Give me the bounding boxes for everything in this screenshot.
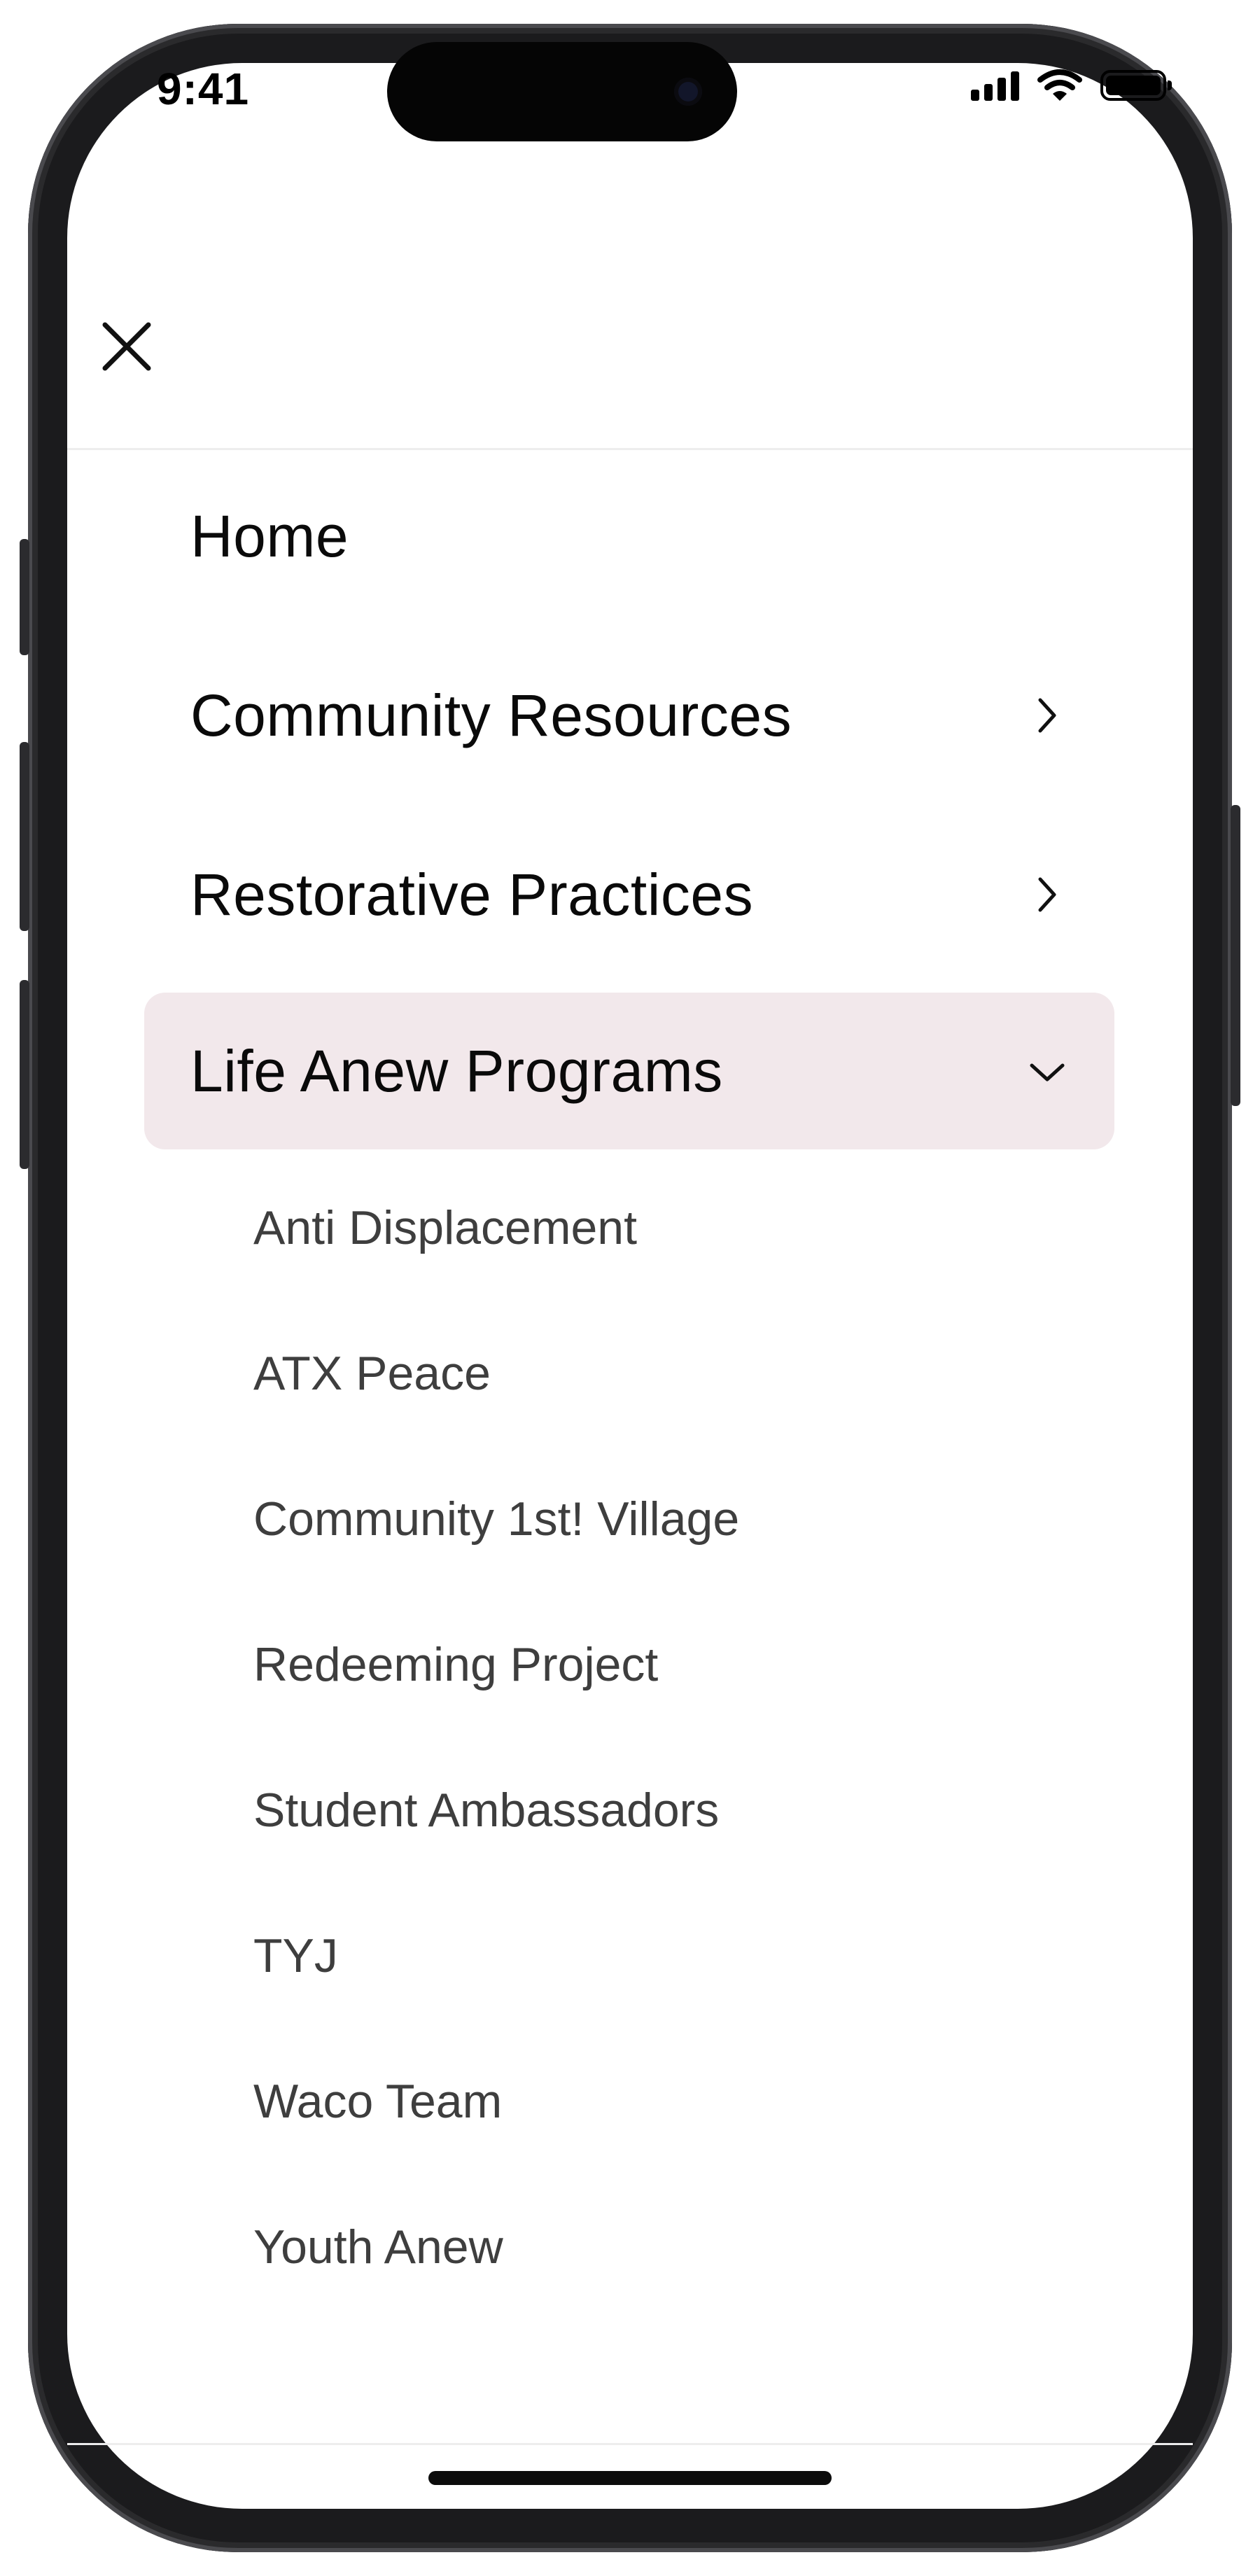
menu-item-home[interactable]: Home — [144, 458, 1114, 615]
submenu-item-student-ambassadors[interactable]: Student Ambassadors — [253, 1737, 1093, 1883]
battery-fill — [1106, 76, 1161, 95]
bottom-divider — [67, 2443, 1193, 2445]
submenu-item-anti-displacement[interactable]: Anti Displacement — [253, 1155, 1093, 1301]
submenu-item-atx-peace[interactable]: ATX Peace — [253, 1301, 1093, 1446]
submenu-item-waco-team[interactable]: Waco Team — [253, 2029, 1093, 2174]
chevron-down-icon — [1026, 1050, 1068, 1092]
submenu-item-community-1st-village[interactable]: Community 1st! Village — [253, 1446, 1093, 1592]
power-button — [1231, 805, 1240, 1106]
menu-item-label: Restorative Practices — [190, 861, 754, 927]
dynamic-island — [387, 42, 737, 141]
wifi-icon — [1037, 69, 1082, 101]
cellular-signal-icon — [971, 70, 1019, 101]
volume-up-button — [20, 742, 29, 931]
chevron-right-icon — [1026, 874, 1068, 916]
battery-icon — [1100, 70, 1172, 101]
menu-item-community-resources[interactable]: Community Resources — [144, 637, 1114, 794]
close-button[interactable] — [95, 315, 158, 378]
menu-item-label: Life Anew Programs — [190, 1037, 723, 1104]
home-indicator[interactable] — [428, 2471, 832, 2485]
menu-item-restorative-practices[interactable]: Restorative Practices — [144, 816, 1114, 973]
camera-icon — [674, 78, 702, 106]
submenu-item-tyj[interactable]: TYJ — [253, 1883, 1093, 2029]
submenu-item-youth-anew[interactable]: Youth Anew — [253, 2174, 1093, 2320]
header-divider — [67, 448, 1193, 450]
menu-item-label: Community Resources — [190, 682, 792, 748]
volume-down-button — [20, 980, 29, 1169]
action-button — [20, 539, 29, 655]
close-icon — [102, 322, 151, 371]
status-time: 9:41 — [157, 64, 250, 114]
menu-item-label: Home — [190, 503, 349, 569]
status-icons — [971, 69, 1172, 102]
submenu-item-redeeming-project[interactable]: Redeeming Project — [253, 1592, 1093, 1737]
life-anew-submenu: Anti Displacement ATX Peace Community 1s… — [253, 1155, 1093, 2320]
menu-item-life-anew-programs[interactable]: Life Anew Programs — [144, 993, 1114, 1149]
chevron-right-icon — [1026, 694, 1068, 736]
